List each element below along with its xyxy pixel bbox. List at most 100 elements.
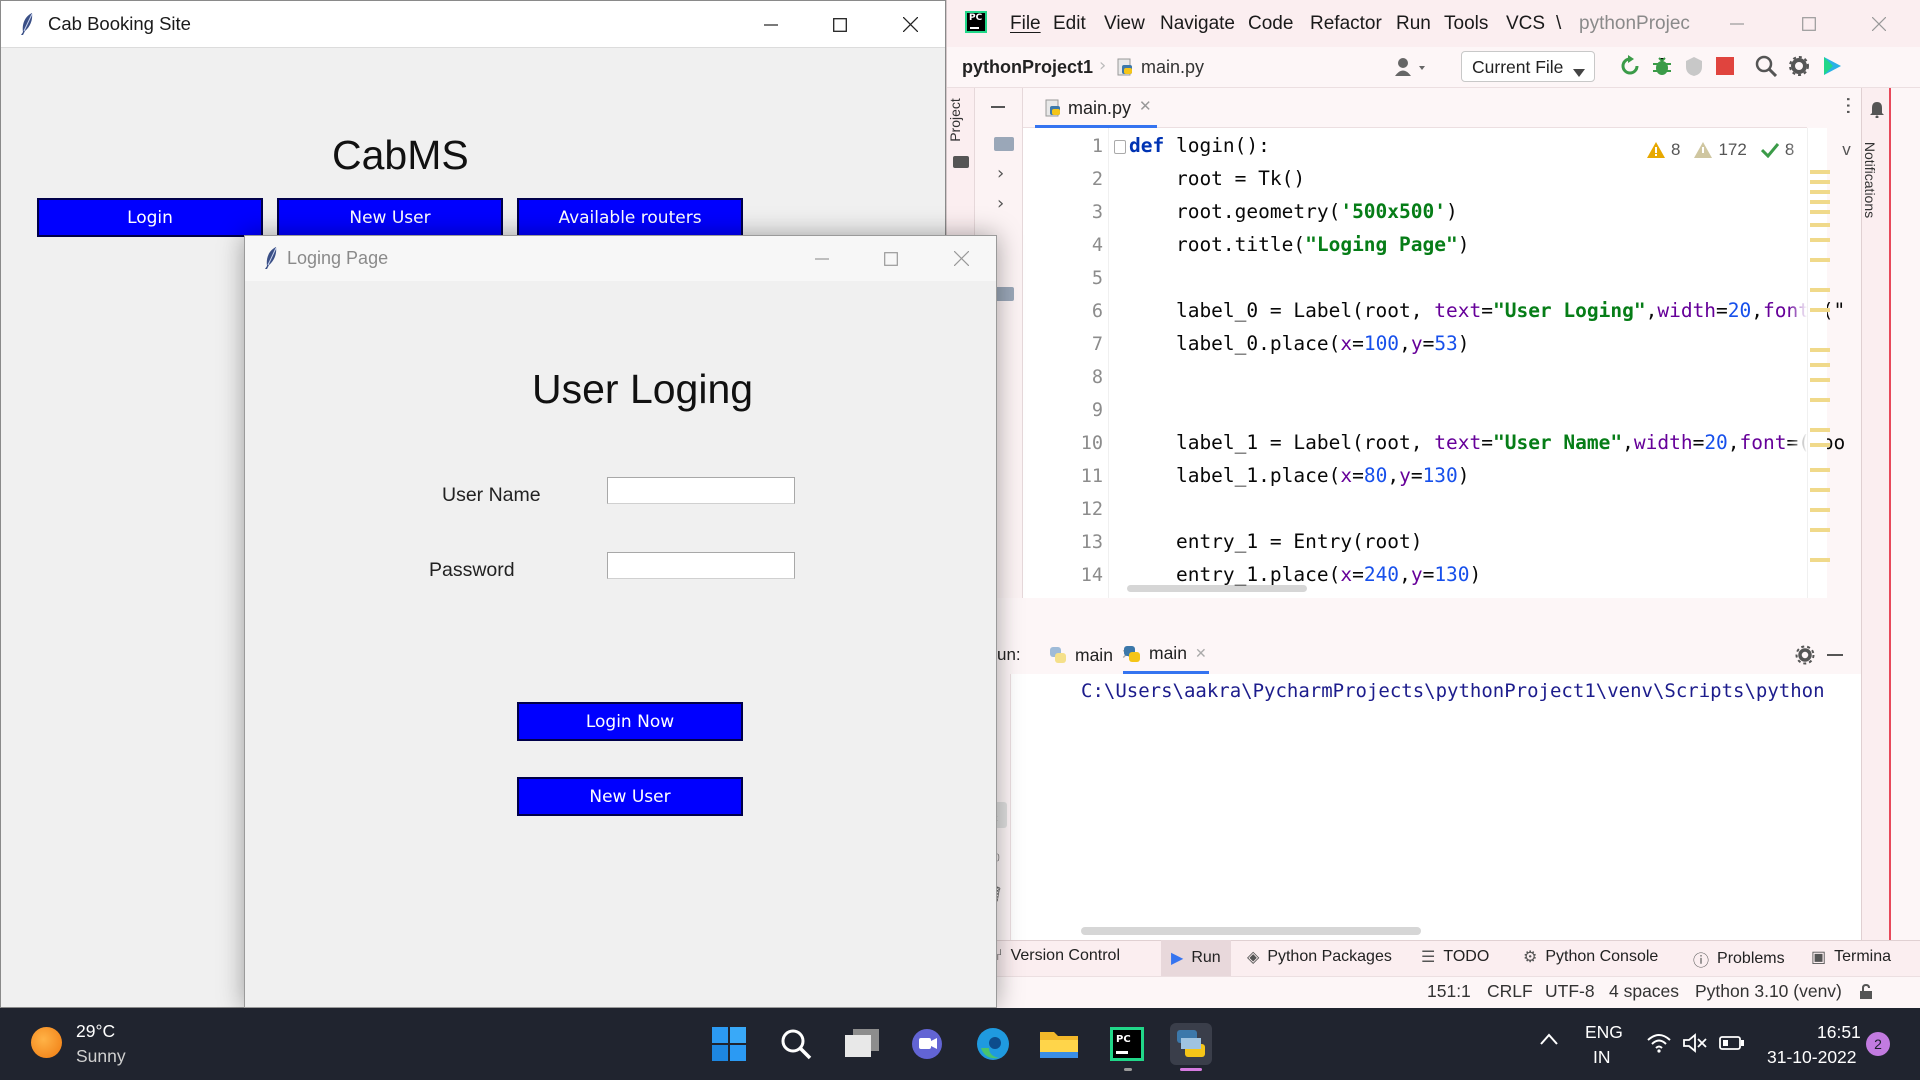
- notifications-tool-tab[interactable]: Notifications: [1862, 142, 1878, 218]
- close-button[interactable]: [885, 1, 935, 48]
- menu-view[interactable]: View: [1104, 13, 1145, 35]
- fold-icon[interactable]: [1114, 140, 1126, 154]
- new-user-button[interactable]: New User: [517, 777, 743, 816]
- language-top[interactable]: ENG: [1585, 1022, 1623, 1043]
- editor-tab-main[interactable]: main.py ✕: [1035, 88, 1157, 128]
- search-icon[interactable]: [775, 1023, 817, 1065]
- project-tool-tab[interactable]: Project: [947, 98, 963, 142]
- minimize-button[interactable]: [746, 1, 796, 48]
- gear-icon[interactable]: [1795, 645, 1815, 669]
- python-taskbar-icon[interactable]: [1170, 1023, 1212, 1065]
- menu-overflow[interactable]: \: [1556, 13, 1561, 35]
- menu-code[interactable]: Code: [1248, 13, 1293, 35]
- maximize-button[interactable]: [815, 1, 865, 48]
- more-options-icon[interactable]: ···: [1836, 96, 1860, 115]
- close-tab-icon[interactable]: ✕: [1139, 97, 1152, 115]
- pycharm-taskbar-icon[interactable]: PC: [1106, 1023, 1148, 1065]
- windows-start-icon[interactable]: [708, 1023, 750, 1065]
- close-button[interactable]: [938, 236, 984, 281]
- code-line-11: label_1.place(x=80,y=130): [1129, 464, 1470, 487]
- notification-badge[interactable]: 2: [1866, 1032, 1890, 1056]
- menu-tools[interactable]: Tools: [1444, 13, 1488, 35]
- user-name-input[interactable]: [607, 477, 795, 504]
- python-file-icon: [1044, 99, 1062, 121]
- battery-icon[interactable]: [1719, 1035, 1745, 1055]
- run-tool-tab[interactable]: ▶ Run: [1161, 940, 1231, 976]
- gear-icon[interactable]: [1788, 55, 1810, 81]
- jetbrains-ai-icon[interactable]: [1821, 55, 1843, 81]
- problems-tab[interactable]: ⓘ Problems: [1693, 947, 1785, 971]
- new-user-button[interactable]: New User: [277, 198, 503, 237]
- terminal-tab[interactable]: ▣ Termina: [1811, 947, 1920, 967]
- caret-position[interactable]: 151:1: [1427, 981, 1471, 1002]
- password-label: Password: [429, 559, 515, 581]
- login-title-bar[interactable]: Loging Page: [245, 236, 996, 281]
- language-bottom[interactable]: IN: [1593, 1047, 1611, 1068]
- pycharm-title-bar[interactable]: [947, 0, 1920, 47]
- login-now-button[interactable]: Login Now: [517, 702, 743, 741]
- chevron-right-icon[interactable]: ›: [997, 193, 1004, 214]
- menu-navigate[interactable]: Navigate: [1160, 13, 1235, 35]
- menu-file[interactable]: File: [1010, 13, 1041, 35]
- chevron-down-icon[interactable]: v: [1842, 140, 1851, 160]
- chevron-up-icon[interactable]: [1540, 1030, 1558, 1049]
- warning-marker: [1810, 378, 1830, 382]
- login-button[interactable]: Login: [37, 198, 263, 237]
- wifi-icon[interactable]: [1647, 1033, 1671, 1057]
- editor-gutter: [1023, 128, 1109, 598]
- lock-icon[interactable]: [1859, 983, 1875, 1004]
- menu-run[interactable]: Run: [1396, 13, 1431, 35]
- run-tab-main-1[interactable]: main ✕: [1049, 636, 1133, 674]
- available-routers-button[interactable]: Available routers: [517, 198, 743, 237]
- cab-title-bar[interactable]: Cab Booking Site: [1, 1, 945, 48]
- user-icon[interactable]: [1395, 57, 1431, 81]
- bell-icon[interactable]: [1869, 100, 1885, 122]
- pc-minimize-button[interactable]: [1717, 0, 1757, 47]
- active-indicator: [1180, 1068, 1202, 1071]
- editor-hscroll[interactable]: [1127, 585, 1307, 592]
- rerun-icon[interactable]: [1619, 55, 1641, 81]
- menu-vcs[interactable]: VCS: [1506, 13, 1545, 35]
- close-tab-icon[interactable]: ✕: [1195, 646, 1207, 662]
- teams-chat-icon[interactable]: [906, 1023, 948, 1065]
- console-hscroll[interactable]: [1081, 927, 1421, 935]
- line-separator[interactable]: CRLF: [1487, 981, 1533, 1002]
- chevron-right-icon[interactable]: ›: [997, 163, 1004, 184]
- menu-refactor[interactable]: Refactor: [1310, 13, 1382, 35]
- python-packages-tab[interactable]: ◈ Python Packages: [1247, 947, 1392, 967]
- run-tab-main-2[interactable]: main ✕: [1123, 636, 1209, 674]
- edge-icon[interactable]: [972, 1023, 1014, 1065]
- debug-icon[interactable]: [1651, 55, 1673, 81]
- file-encoding[interactable]: UTF-8: [1545, 981, 1595, 1002]
- search-icon[interactable]: [1755, 55, 1778, 81]
- maximize-button[interactable]: [868, 236, 914, 281]
- file-explorer-icon[interactable]: [1038, 1023, 1080, 1065]
- breadcrumb-file[interactable]: main.py: [1141, 57, 1204, 78]
- password-input[interactable]: [607, 552, 795, 579]
- breadcrumb-project[interactable]: pythonProject1: [962, 57, 1093, 78]
- weather-description[interactable]: Sunny: [76, 1046, 126, 1067]
- indent-setting[interactable]: 4 spaces: [1609, 981, 1679, 1002]
- pc-maximize-button[interactable]: [1789, 0, 1829, 47]
- console-output[interactable]: C:\Users\aakra\PycharmProjects\pythonPro…: [1081, 680, 1861, 702]
- clock-time[interactable]: 16:51: [1817, 1022, 1861, 1043]
- minimize-button[interactable]: [799, 236, 845, 281]
- pc-close-button[interactable]: [1859, 0, 1899, 47]
- run-config-dropdown[interactable]: Current File: [1461, 51, 1595, 82]
- todo-tab[interactable]: ☰ TODO: [1421, 947, 1489, 967]
- clock-date[interactable]: 31-10-2022: [1767, 1047, 1857, 1068]
- editor-area[interactable]: [1023, 128, 1807, 598]
- interpreter-selector[interactable]: Python 3.10 (venv): [1695, 981, 1842, 1002]
- coverage-icon[interactable]: [1683, 55, 1705, 81]
- speaker-muted-icon[interactable]: [1683, 1033, 1707, 1057]
- sun-icon[interactable]: [31, 1027, 62, 1058]
- menu-edit[interactable]: Edit: [1053, 13, 1086, 35]
- collapse-panel-icon[interactable]: [991, 106, 1005, 108]
- tab-label: Python Packages: [1267, 948, 1392, 965]
- stop-icon[interactable]: [1716, 57, 1734, 75]
- python-console-tab[interactable]: ⚙ Python Console: [1523, 947, 1658, 967]
- weather-temperature[interactable]: 29°C: [76, 1021, 115, 1042]
- task-view-icon[interactable]: [841, 1023, 883, 1065]
- version-control-tab[interactable]: ⑂ Version Control: [993, 947, 1120, 965]
- hide-panel-icon[interactable]: [1827, 654, 1843, 656]
